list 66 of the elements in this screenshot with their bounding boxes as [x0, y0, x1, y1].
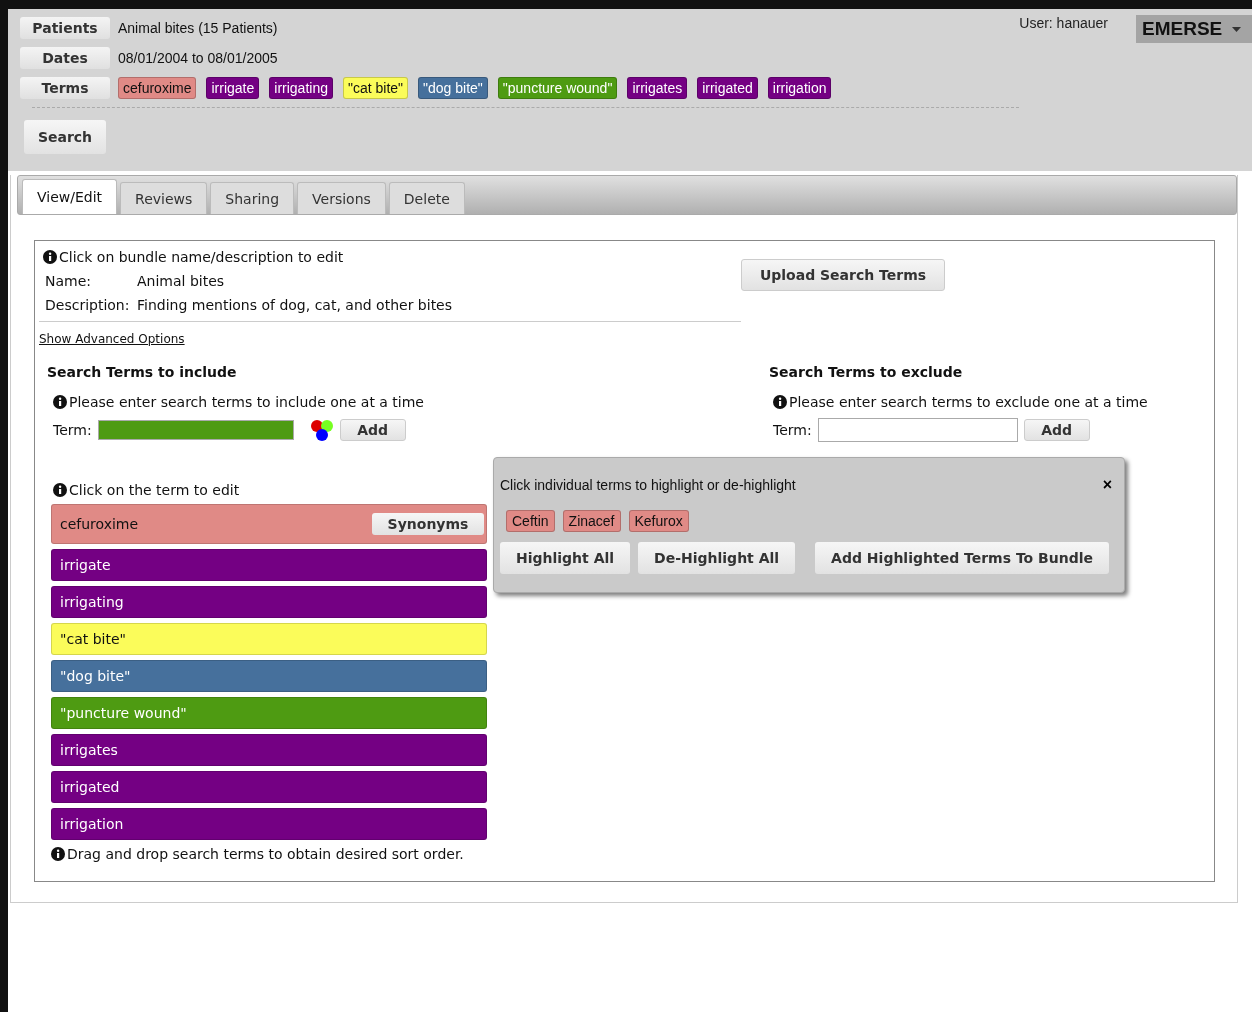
term-item[interactable]: irrigating: [51, 586, 487, 618]
term-tag: irrigates: [627, 77, 688, 99]
upload-button[interactable]: Upload Search Terms: [741, 259, 945, 291]
field-label: Term:: [773, 422, 812, 438]
hint-text: Click on bundle name/description to edit: [59, 249, 344, 265]
hint-text: Click on the term to edit: [69, 482, 240, 498]
hint-text: Please enter search terms to include one at a time: [69, 394, 424, 410]
search-button[interactable]: Search: [24, 120, 106, 154]
term-input[interactable]: [817, 418, 1018, 442]
term-item[interactable]: irrigated: [51, 771, 487, 803]
tab[interactable]: View/Edit: [22, 179, 118, 214]
hint-text: Drag and drop search terms to obtain desired sort order.: [67, 846, 464, 862]
field-label: Term:: [53, 422, 92, 438]
tab[interactable]: Reviews: [120, 182, 208, 214]
term-tag: cefuroxime: [118, 77, 197, 99]
info-icon: [53, 483, 67, 497]
info-icon: [53, 395, 67, 409]
term-item[interactable]: irrigate: [51, 549, 487, 581]
term-tag: "dog bite": [418, 77, 488, 99]
tab[interactable]: Delete: [388, 182, 465, 214]
popup-button[interactable]: Add Highlighted Terms To Bundle: [815, 542, 1110, 574]
term-item[interactable]: irrigates: [51, 734, 487, 766]
term-tag: irrigation: [767, 77, 832, 99]
app-menu[interactable]: EMERSE: [1136, 15, 1252, 43]
field-label: Description:: [45, 297, 131, 313]
synonym-tag[interactable]: Kefurox: [628, 510, 689, 532]
field-value[interactable]: Animal bites: [137, 273, 225, 289]
term-tag: "puncture wound": [497, 77, 618, 99]
term-item[interactable]: "cat bite": [51, 623, 487, 655]
term-text: cefuroxime: [60, 516, 139, 532]
term-tag: irrigate: [206, 77, 260, 99]
tab[interactable]: Sharing: [210, 182, 295, 214]
hint-text: Please enter search terms to exclude one at a time: [789, 394, 1148, 410]
synonym-tag[interactable]: Ceftin: [506, 510, 555, 532]
field-label: Name:: [45, 273, 93, 289]
add-button[interactable]: Add: [1023, 419, 1090, 441]
term-tag: irrigating: [269, 77, 333, 99]
term-item[interactable]: irrigation: [51, 808, 487, 840]
info-icon: [43, 250, 57, 264]
info-icon: [773, 395, 787, 409]
term-input[interactable]: [97, 420, 294, 440]
field-value: Animal bites (15 Patients): [118, 20, 278, 36]
close-button[interactable]: ×: [1096, 476, 1118, 494]
tab[interactable]: Versions: [297, 182, 386, 214]
field-label: Dates: [20, 47, 110, 69]
synonyms-button[interactable]: Synonyms: [372, 513, 484, 535]
section-title: Search Terms to exclude: [769, 364, 964, 380]
field-label: Patients: [20, 17, 110, 39]
field-value: 08/01/2004 to 08/01/2005: [118, 50, 278, 66]
user-label: User: hanauer: [1019, 15, 1108, 31]
term-item[interactable]: cefuroxime Synonyms: [51, 504, 487, 544]
info-icon: [51, 847, 65, 861]
caret-icon: [1232, 26, 1242, 32]
synonym-tag[interactable]: Zinacef: [562, 510, 621, 532]
popup-button[interactable]: Highlight All: [500, 542, 631, 574]
field-value[interactable]: Finding mentions of dog, cat, and other bites: [137, 297, 453, 313]
advanced-options-link[interactable]: Show Advanced Options: [39, 332, 185, 346]
color-picker-icon[interactable]: [309, 418, 334, 442]
instruction-text: Click individual terms to highlight or de-highlight: [500, 477, 796, 493]
term-item[interactable]: "dog bite": [51, 660, 487, 692]
term-tag: "cat bite": [342, 77, 409, 99]
field-label: Terms: [20, 77, 110, 99]
add-button[interactable]: Add: [339, 419, 406, 441]
term-tag: irrigated: [697, 77, 758, 99]
popup-button[interactable]: De-Highlight All: [638, 542, 796, 574]
section-title: Search Terms to include: [47, 364, 238, 380]
